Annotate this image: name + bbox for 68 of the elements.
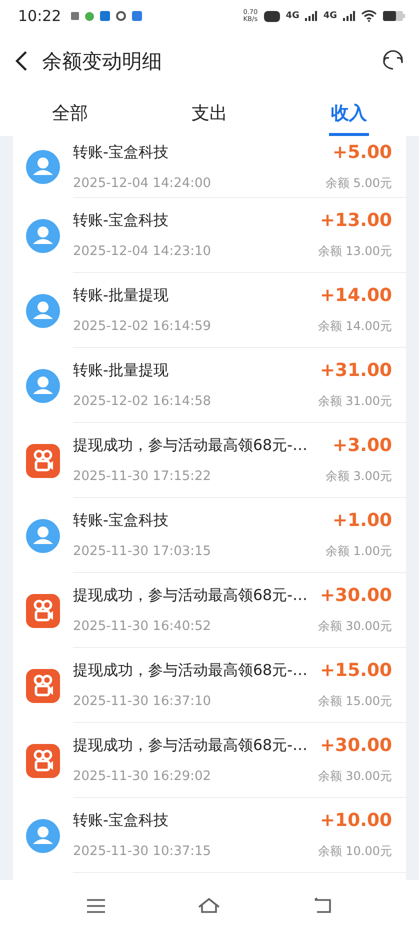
transaction-title[interactable]: 提现成功，参与活动最高领68元-…: [73, 736, 318, 755]
tab[interactable]: 全部: [50, 101, 90, 136]
notification-icon: [100, 11, 110, 21]
signal-icon: [343, 11, 355, 21]
back-icon[interactable]: [14, 50, 28, 72]
transaction-title[interactable]: 提现成功，参与活动最高领68元-…: [73, 586, 318, 605]
transaction-title[interactable]: 转账-批量提现: [73, 361, 318, 380]
balance-text: 余额 13.00元: [318, 243, 392, 260]
camera-app-icon: [26, 444, 60, 478]
balance-text: 余额 30.00元: [318, 768, 392, 785]
transaction-title[interactable]: 转账-批量提现: [73, 286, 318, 305]
menu-icon[interactable]: [86, 898, 106, 914]
transaction-amount: +30.00: [320, 735, 392, 756]
camera-app-icon: [26, 594, 60, 628]
notification-icon: [132, 11, 142, 21]
user-avatar-icon: [26, 368, 60, 402]
transaction-time: 2025-11-30 17:15:22: [73, 469, 212, 484]
transaction-time: 2025-12-02 16:14:59: [73, 319, 212, 334]
status-time: 10:22: [18, 7, 62, 25]
transaction-title[interactable]: 提现成功，参与活动最高领68元-…: [73, 436, 326, 455]
signal-icon: [305, 11, 318, 21]
user-avatar-icon: [26, 150, 60, 184]
transaction-title[interactable]: 提现成功，参与活动最高领68元-…: [73, 661, 318, 680]
transaction-amount: +30.00: [320, 585, 392, 606]
balance-text: 余额 10.00元: [318, 843, 392, 860]
transaction-title[interactable]: 转账-宝盒科技: [73, 211, 318, 230]
balance-text: 余额 15.00元: [318, 693, 392, 710]
notification-icon: [116, 11, 126, 21]
balance-text: 余额 3.00元: [325, 468, 392, 485]
network-label: 4G: [286, 11, 300, 21]
transaction-time: 2025-11-30 16:40:52: [73, 619, 212, 634]
transaction-amount: +31.00: [320, 360, 392, 381]
transaction-amount: +13.00: [320, 210, 392, 231]
home-icon[interactable]: [198, 896, 220, 914]
transaction-amount: +10.00: [320, 810, 392, 831]
user-avatar-icon: [26, 818, 60, 852]
camera-app-icon: [26, 744, 60, 778]
headset-icon[interactable]: [381, 49, 405, 73]
back-nav-icon[interactable]: [312, 896, 333, 914]
user-avatar-icon: [26, 294, 60, 328]
page-title: 余额变动明细: [42, 48, 163, 74]
network-label: 4G: [323, 11, 337, 21]
transaction-amount: +15.00: [320, 660, 392, 681]
balance-text: 余额 30.00元: [318, 618, 392, 635]
transaction-time: 2025-11-30 17:03:15: [73, 544, 212, 559]
transaction-time: 2025-12-02 16:14:58: [73, 394, 212, 409]
transaction-title[interactable]: 转账-宝盒科技: [73, 511, 326, 530]
transaction-amount: +5.00: [332, 142, 392, 162]
transaction-time: 2025-11-30 16:29:02: [73, 769, 212, 784]
balance-text: 余额 1.00元: [325, 543, 392, 560]
transaction-title[interactable]: 转账-宝盒科技: [73, 142, 326, 162]
transaction-time: 2025-11-30 16:37:10: [73, 694, 212, 709]
transaction-time: 2025-12-04 14:23:10: [73, 244, 212, 259]
transaction-time: 2025-11-30 10:37:15: [73, 844, 212, 859]
user-avatar-icon: [26, 218, 60, 252]
battery-icon: [383, 11, 405, 21]
transaction-amount: +3.00: [332, 435, 392, 456]
user-avatar-icon: [26, 518, 60, 552]
transaction-amount: +1.00: [332, 510, 392, 531]
balance-text: 余额 31.00元: [318, 393, 392, 410]
transaction-time: 2025-12-04 14:24:00: [73, 176, 212, 190]
tab[interactable]: 支出: [190, 101, 230, 136]
camera-app-icon: [26, 668, 60, 702]
transaction-title[interactable]: 转账-宝盒科技: [73, 811, 318, 830]
balance-text: 余额 14.00元: [318, 318, 392, 335]
transaction-amount: +14.00: [320, 285, 392, 306]
balance-text: 余额 5.00元: [325, 174, 392, 192]
wifi-icon: [361, 10, 377, 22]
